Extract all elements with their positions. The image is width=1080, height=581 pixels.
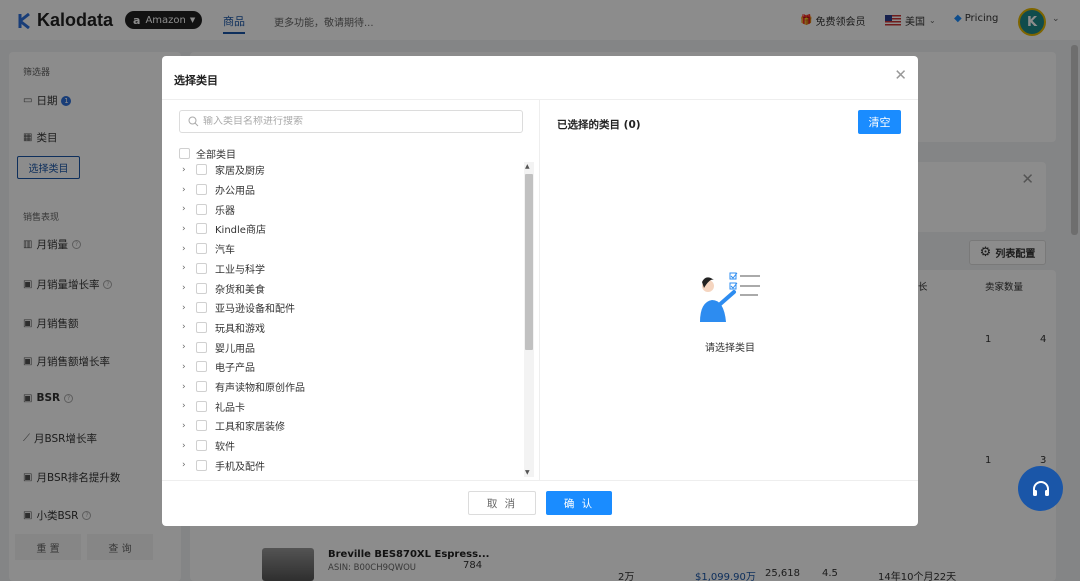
support-chat-button[interactable] — [1018, 466, 1063, 511]
all-categories-checkbox[interactable] — [179, 148, 190, 159]
chevron-right-icon[interactable]: › — [182, 244, 193, 254]
category-checkbox[interactable] — [196, 420, 207, 432]
category-checkbox[interactable] — [196, 282, 207, 294]
category-item[interactable]: › 软件 — [182, 436, 235, 456]
chevron-right-icon[interactable]: › — [182, 460, 193, 470]
category-label: 礼品卡 — [215, 402, 245, 414]
category-label: 软件 — [215, 442, 235, 454]
chevron-right-icon[interactable]: › — [182, 342, 193, 352]
category-label: 有声读物和原创作品 — [215, 383, 305, 395]
chevron-right-icon[interactable]: › — [182, 322, 193, 332]
category-checkbox[interactable] — [196, 164, 207, 176]
clear-button[interactable]: 清空 — [858, 110, 901, 134]
category-checkbox[interactable] — [196, 243, 207, 255]
category-item[interactable]: › 办公用品 — [182, 180, 255, 200]
scroll-up-icon[interactable]: ▲ — [525, 163, 530, 170]
category-scrollbar[interactable]: ▲ ▼ — [524, 162, 534, 477]
category-item[interactable]: › 亚马逊设备和配件 — [182, 298, 295, 318]
headset-icon — [1032, 480, 1049, 496]
chevron-right-icon[interactable]: › — [182, 224, 193, 234]
category-item[interactable]: › 手机及配件 — [182, 456, 265, 476]
category-checkbox[interactable] — [196, 381, 207, 393]
chevron-right-icon[interactable]: › — [182, 283, 193, 293]
chevron-right-icon[interactable]: › — [182, 401, 193, 411]
category-checkbox[interactable] — [196, 400, 207, 412]
chevron-right-icon[interactable]: › — [182, 263, 193, 273]
chevron-right-icon[interactable]: › — [182, 362, 193, 372]
category-item[interactable]: › 礼品卡 — [182, 396, 245, 416]
category-item[interactable]: › 婴儿用品 — [182, 337, 255, 357]
scroll-down-icon[interactable]: ▼ — [525, 469, 530, 476]
empty-state-text: 请选择类目 — [705, 343, 755, 354]
category-checkbox[interactable] — [196, 341, 207, 353]
category-label: Kindle商店 — [215, 225, 266, 237]
chevron-right-icon[interactable]: › — [182, 421, 193, 431]
category-label: 家居及厨房 — [215, 166, 265, 178]
category-item[interactable]: › 工具和家居装修 — [182, 416, 285, 436]
category-label: 杂货和美食 — [215, 284, 265, 296]
scrollbar-thumb[interactable] — [525, 174, 533, 350]
category-label: 婴儿用品 — [215, 343, 255, 355]
category-checkbox[interactable] — [196, 184, 207, 196]
category-checkbox[interactable] — [196, 321, 207, 333]
category-item[interactable]: › 玩具和游戏 — [182, 318, 265, 338]
category-checkbox[interactable] — [196, 459, 207, 471]
category-label: 工业与科学 — [215, 264, 265, 276]
category-search-input[interactable] — [203, 116, 503, 127]
selected-categories-title: 已选择的类目 (0) — [557, 119, 641, 131]
select-category-dialog: 选择类目 ✕ 全部类目 › 家居及厨房 › 办公用品 › 乐器 › Kindle商店 › 汽车 › 工… — [162, 56, 918, 526]
category-search-field[interactable] — [179, 110, 523, 133]
divider — [539, 100, 540, 480]
all-categories-label: 全部类目 — [196, 150, 236, 161]
category-checkbox[interactable] — [196, 440, 207, 452]
category-checkbox[interactable] — [196, 223, 207, 235]
category-item[interactable]: › 家居及厨房 — [182, 160, 265, 180]
category-item[interactable]: › 有声读物和原创作品 — [182, 377, 305, 397]
category-label: 办公用品 — [215, 186, 255, 198]
chevron-right-icon[interactable]: › — [182, 165, 193, 175]
category-label: 亚马逊设备和配件 — [215, 304, 295, 316]
divider — [162, 480, 918, 481]
category-checkbox[interactable] — [196, 203, 207, 215]
dialog-title: 选择类目 — [174, 74, 218, 87]
category-label: 乐器 — [215, 205, 235, 217]
chevron-right-icon[interactable]: › — [182, 204, 193, 214]
category-item[interactable]: › 工业与科学 — [182, 259, 265, 279]
category-item[interactable]: › 汽车 — [182, 239, 235, 259]
category-checkbox[interactable] — [196, 262, 207, 274]
divider — [162, 99, 918, 100]
chevron-right-icon[interactable]: › — [182, 441, 193, 451]
category-item[interactable]: › 乐器 — [182, 199, 235, 219]
category-label: 工具和家居装修 — [215, 422, 285, 434]
category-label: 电子产品 — [215, 363, 255, 375]
cancel-button[interactable]: 取 消 — [468, 491, 536, 515]
category-label: 手机及配件 — [215, 461, 265, 473]
category-item[interactable]: › 杂货和美食 — [182, 278, 265, 298]
category-label: 汽车 — [215, 245, 235, 257]
category-checkbox[interactable] — [196, 361, 207, 373]
category-item[interactable]: › 电子产品 — [182, 357, 255, 377]
all-categories-option[interactable]: 全部类目 — [179, 146, 236, 161]
search-icon — [188, 116, 199, 127]
empty-state-illustration — [700, 272, 760, 322]
close-icon[interactable]: ✕ — [894, 66, 907, 84]
chevron-right-icon[interactable]: › — [182, 382, 193, 392]
chevron-right-icon[interactable]: › — [182, 185, 193, 195]
category-item[interactable]: › Kindle商店 — [182, 219, 266, 239]
category-checkbox[interactable] — [196, 302, 207, 314]
category-label: 玩具和游戏 — [215, 323, 265, 335]
chevron-right-icon[interactable]: › — [182, 303, 193, 313]
confirm-button[interactable]: 确 认 — [546, 491, 612, 515]
